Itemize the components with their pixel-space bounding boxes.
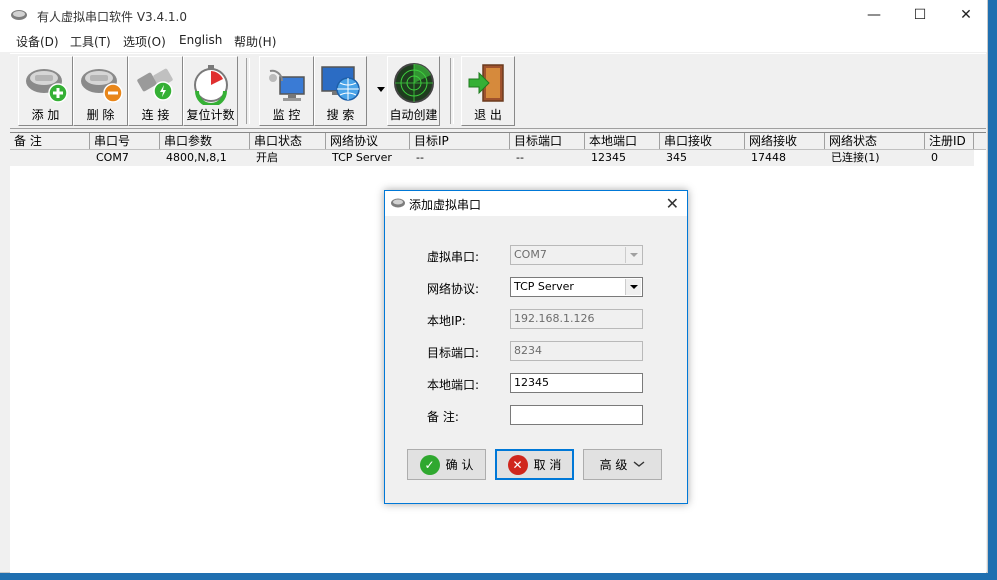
cancel-label: 取 消 <box>533 458 562 472</box>
protocol-label: 网络协议: <box>427 282 480 296</box>
cell-protocol: TCP Server <box>332 151 392 164</box>
title-bar: 有人虚拟串口软件 V3.4.1.0 — ☐ ✕ <box>0 0 987 30</box>
toolbar-separator <box>450 58 454 124</box>
cell-params: 4800,N,8,1 <box>166 151 227 164</box>
chevron-down-icon[interactable] <box>625 279 641 295</box>
add-port-icon <box>25 69 68 103</box>
target-port-field: 8234 <box>510 341 643 361</box>
protocol-combo[interactable]: TCP Server <box>510 277 643 297</box>
advanced-button[interactable]: 高 级 <box>583 449 662 480</box>
advanced-label: 高 级 <box>599 458 628 472</box>
col-net-recv[interactable]: 网络接收 <box>745 133 825 149</box>
cell-port-status: 开启 <box>256 151 278 164</box>
dialog-title-bar: 添加虚拟串口 ✕ <box>385 191 687 216</box>
cell-note <box>10 150 16 166</box>
cell-target-ip: -- <box>416 151 424 164</box>
cancel-x-icon: ✕ <box>507 454 528 475</box>
note-label: 备 注: <box>427 410 459 424</box>
reset-count-label: 复位计数 <box>186 108 235 122</box>
cell-reg-id: 0 <box>931 151 938 164</box>
cell-net-recv: 17448 <box>751 151 786 164</box>
cell-port-recv: 345 <box>666 151 687 164</box>
monitor-satellite-icon <box>268 69 305 101</box>
radar-icon <box>393 63 434 103</box>
search-label: 搜 索 <box>326 108 355 122</box>
maximize-button[interactable]: ☐ <box>897 0 943 30</box>
col-port-status[interactable]: 串口状态 <box>250 133 326 149</box>
delete-button[interactable]: 删 除 <box>73 56 128 126</box>
cancel-button[interactable]: ✕ 取 消 <box>495 449 574 480</box>
reset-count-button[interactable]: 复位计数 <box>183 56 238 126</box>
delete-port-icon <box>80 69 123 103</box>
col-protocol[interactable]: 网络协议 <box>326 133 410 149</box>
add-button[interactable]: 添 加 <box>18 56 73 126</box>
connect-label: 连 接 <box>141 108 170 122</box>
connect-button[interactable]: 连 接 <box>128 56 183 126</box>
col-note[interactable]: 备 注 <box>10 133 90 149</box>
toolbar: 添 加 删 除 连 接 复位计数 监 控 搜 索 自动创建 退 出 <box>10 53 986 129</box>
ok-label: 确 认 <box>445 458 474 472</box>
menu-english[interactable]: English <box>179 33 222 47</box>
minimize-button[interactable]: — <box>851 0 897 30</box>
stopwatch-reset-icon <box>193 65 228 105</box>
app-serial-icon <box>11 10 27 20</box>
chevron-down-icon <box>625 247 641 263</box>
add-virtual-port-dialog: 添加虚拟串口 ✕ 虚拟串口: COM7 网络协议: TCP Server 本地I… <box>384 190 688 504</box>
add-label: 添 加 <box>31 108 60 122</box>
menu-help[interactable]: 帮助(H) <box>234 33 276 50</box>
exit-button[interactable]: 退 出 <box>461 56 515 126</box>
menu-bar: 设备(D) 工具(T) 选项(O) English 帮助(H) <box>0 30 987 52</box>
monitor-label: 监 控 <box>272 108 301 122</box>
local-ip-field: 192.168.1.126 <box>510 309 643 329</box>
virtual-port-combo: COM7 <box>510 245 643 265</box>
window-title: 有人虚拟串口软件 V3.4.1.0 <box>37 10 188 24</box>
checkmark-icon: ✓ <box>419 454 440 475</box>
menu-tools[interactable]: 工具(T) <box>70 33 111 50</box>
toolbar-separator <box>246 58 250 124</box>
cell-port: COM7 <box>96 151 129 164</box>
local-ip-label: 本地IP: <box>427 314 466 328</box>
monitor-button[interactable]: 监 控 <box>259 56 314 126</box>
app-serial-icon <box>391 198 405 208</box>
target-port-label: 目标端口: <box>427 346 480 360</box>
ok-button[interactable]: ✓ 确 认 <box>407 449 486 480</box>
search-button[interactable]: 搜 索 <box>314 56 367 126</box>
cell-net-status: 已连接(1) <box>831 151 880 164</box>
col-target-port[interactable]: 目标端口 <box>510 133 585 149</box>
col-local-port[interactable]: 本地端口 <box>585 133 660 149</box>
col-port[interactable]: 串口号 <box>90 133 160 149</box>
exit-door-icon <box>468 64 504 102</box>
local-port-field[interactable]: 12345 <box>510 373 643 393</box>
virtual-port-label: 虚拟串口: <box>427 250 480 264</box>
col-target-ip[interactable]: 目标IP <box>410 133 510 149</box>
cell-target-port: -- <box>516 151 524 164</box>
cell-local-port: 12345 <box>591 151 626 164</box>
double-chevron-down-icon <box>633 460 645 467</box>
col-reg-id[interactable]: 注册ID <box>925 133 974 149</box>
col-port-recv[interactable]: 串口接收 <box>660 133 745 149</box>
protocol-value: TCP Server <box>514 280 574 293</box>
delete-label: 删 除 <box>86 108 115 122</box>
exit-label: 退 出 <box>474 108 502 122</box>
close-button[interactable]: ✕ <box>943 0 989 30</box>
dialog-title: 添加虚拟串口 <box>409 198 482 212</box>
plug-connect-icon <box>136 68 173 101</box>
table-row[interactable]: COM7 4800,N,8,1 开启 TCP Server -- -- 1234… <box>10 150 974 166</box>
col-net-status[interactable]: 网络状态 <box>825 133 925 149</box>
auto-create-button[interactable]: 自动创建 <box>387 56 440 126</box>
search-globe-icon <box>320 66 360 101</box>
auto-create-label: 自动创建 <box>389 108 438 122</box>
search-dropdown-arrow[interactable] <box>377 87 385 92</box>
menu-options[interactable]: 选项(O) <box>123 33 166 50</box>
note-field[interactable] <box>510 405 643 425</box>
menu-device[interactable]: 设备(D) <box>16 33 59 50</box>
virtual-port-value: COM7 <box>514 248 547 261</box>
dialog-close-button[interactable]: ✕ <box>666 194 679 213</box>
local-port-label: 本地端口: <box>427 378 480 392</box>
col-params[interactable]: 串口参数 <box>160 133 250 149</box>
list-header: 备 注 串口号 串口参数 串口状态 网络协议 目标IP 目标端口 本地端口 串口… <box>10 133 986 150</box>
